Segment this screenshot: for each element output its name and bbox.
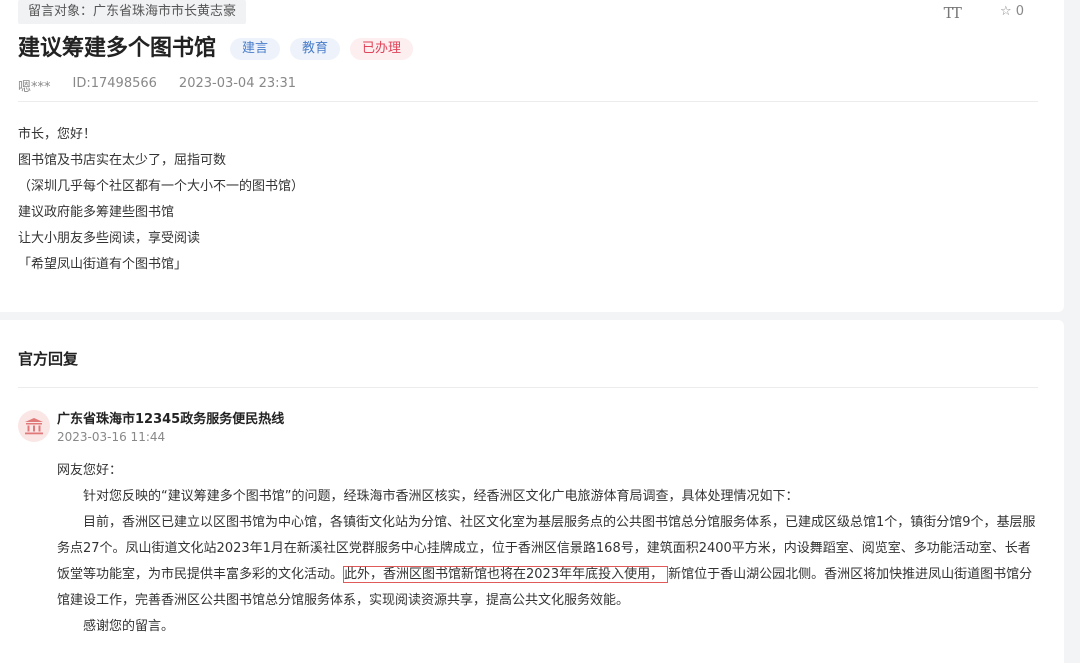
toolbar: TT ☆ 0	[944, 4, 1024, 22]
message-line: 市长，您好！	[18, 127, 97, 142]
tag-suggestion[interactable]: 建言	[230, 38, 281, 60]
tag-list: 建言 教育 已办理	[230, 38, 414, 60]
author-name: 嗯***	[18, 80, 51, 95]
text-size-icon[interactable]: TT	[944, 4, 962, 22]
message-body: 市长，您好！ 图书馆及书店实在太少了，屈指可数 （深圳几乎每个社区都有一个大小不…	[18, 122, 304, 278]
tag-education[interactable]: 教育	[290, 38, 341, 60]
message-line: 「希望凤山街道有个图书馆」	[18, 257, 188, 272]
reply-date: 2023-03-16 11:44	[57, 430, 166, 444]
official-reply-card: 官方回复 广东省珠海市12345政务服务便民热线 2023-03-16 11:4…	[0, 320, 1064, 663]
reply-paragraph: 目前，香洲区已建立以区图书馆为中心馆，各镇街文化站为分馆、社区文化室为基层服务点…	[57, 510, 1037, 614]
message-line: 让大小朋友多些阅读，享受阅读	[18, 231, 201, 246]
message-card: 留言对象：广东省珠海市市长黄志豪 TT ☆ 0 建议筹建多个图书馆 建言 教育 …	[0, 0, 1064, 312]
divider	[18, 101, 1038, 102]
reply-org-name: 广东省珠海市12345政务服务便民热线	[57, 412, 285, 427]
page-title: 建议筹建多个图书馆	[18, 36, 217, 61]
government-building-icon	[18, 410, 50, 442]
reply-closing: 感谢您的留言。	[83, 619, 175, 634]
message-time: 2023-03-04 23:31	[178, 76, 297, 91]
message-id: ID:17498566	[72, 76, 157, 91]
section-title: 官方回复	[18, 350, 79, 368]
reply-greeting: 网友您好：	[57, 463, 123, 478]
message-line: （深圳几乎每个社区都有一个大小不一的图书馆）	[18, 179, 305, 194]
reply-paragraph: 针对您反映的“建议筹建多个图书馆”的问题，经珠海市香洲区核实，经香洲区文化广电旅…	[83, 489, 799, 504]
divider	[18, 387, 1038, 388]
status-badge: 已办理	[350, 38, 414, 60]
message-line: 图书馆及书店实在太少了，屈指可数	[18, 153, 227, 168]
star-favorite-button[interactable]: ☆ 0	[1000, 4, 1024, 22]
message-target-label: 留言对象：广东省珠海市市长黄志豪	[18, 0, 247, 24]
message-line: 建议政府能多筹建些图书馆	[18, 205, 175, 220]
reply-body: 网友您好： 针对您反映的“建议筹建多个图书馆”的问题，经珠海市香洲区核实，经香洲…	[57, 458, 1037, 640]
highlighted-text: 此外，香洲区图书馆新馆也将在2023年年底投入使用，	[343, 566, 669, 583]
message-meta: 嗯*** ID:17498566 2023-03-04 23:31	[18, 76, 296, 95]
